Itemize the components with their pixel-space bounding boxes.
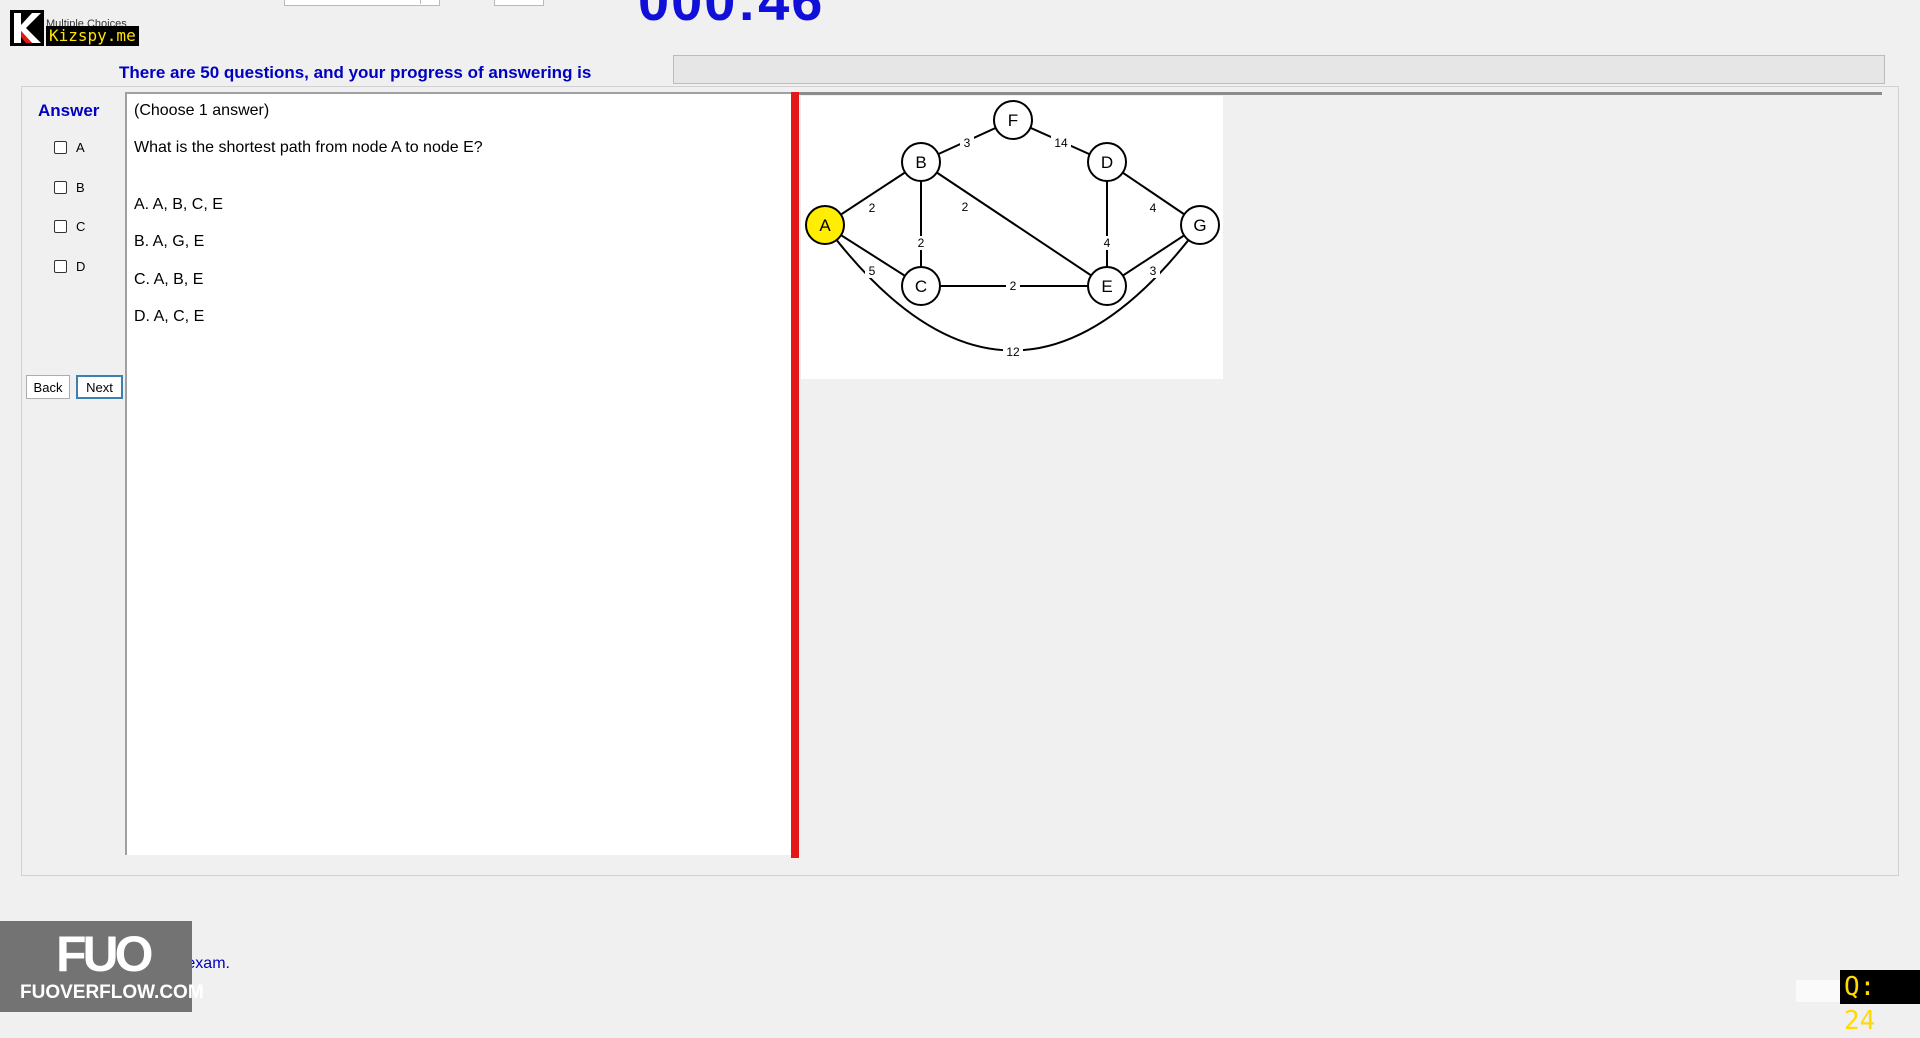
panel-splitter[interactable] bbox=[791, 92, 799, 858]
progress-label: There are 50 questions, and your progres… bbox=[119, 63, 592, 82]
answer-option-d[interactable]: D bbox=[54, 256, 85, 276]
answer-option-a[interactable]: A bbox=[54, 137, 85, 157]
countdown-timer: 000:46 bbox=[638, 0, 825, 32]
back-button[interactable]: Back bbox=[26, 375, 70, 399]
choice-c: C. A, B, E bbox=[134, 271, 204, 288]
node-d-label: D bbox=[1101, 153, 1113, 172]
top-combobox[interactable] bbox=[284, 0, 440, 6]
graph-image: 2 5 2 3 2 14 4 4 2 3 12 A B C D E F G bbox=[801, 96, 1223, 379]
answer-option-a-label: A bbox=[76, 139, 85, 155]
question-instruction: (Choose 1 answer) bbox=[134, 102, 270, 119]
checkbox-a[interactable] bbox=[54, 140, 67, 154]
fuo-logo-icon: FUO bbox=[56, 926, 154, 982]
answer-title: Answer bbox=[38, 101, 100, 120]
top-small-box[interactable] bbox=[494, 0, 544, 6]
node-e-label: E bbox=[1101, 277, 1112, 296]
weight-d-g: 4 bbox=[1150, 201, 1157, 215]
node-a-label: A bbox=[819, 216, 831, 235]
question-text: What is the shortest path from node A to… bbox=[134, 139, 483, 156]
question-number-badge: Q: 24 bbox=[1840, 970, 1920, 1036]
edge-b-e bbox=[920, 161, 1108, 287]
node-f-label: F bbox=[1008, 111, 1018, 130]
checkbox-b[interactable] bbox=[54, 180, 67, 194]
answer-option-d-label: D bbox=[76, 258, 86, 274]
weight-e-g: 3 bbox=[1150, 264, 1157, 278]
weight-a-b: 2 bbox=[869, 201, 876, 215]
weight-d-e: 4 bbox=[1104, 236, 1111, 250]
next-button[interactable]: Next bbox=[76, 375, 123, 399]
progress-bar bbox=[673, 55, 1885, 84]
answer-option-c-label: C bbox=[76, 218, 86, 234]
weight-c-e: 2 bbox=[1010, 279, 1017, 293]
graph-diagram: 2 5 2 3 2 14 4 4 2 3 12 A B C D E F G bbox=[805, 100, 1220, 359]
weight-f-d: 14 bbox=[1054, 136, 1068, 150]
choice-b: B. A, G, E bbox=[134, 233, 205, 250]
answer-option-b-label: B bbox=[76, 179, 85, 195]
checkbox-c[interactable] bbox=[54, 219, 67, 233]
question-panel[interactable] bbox=[125, 92, 793, 855]
weight-b-c: 2 bbox=[918, 236, 925, 250]
node-b-label: B bbox=[915, 153, 926, 172]
kizspy-logo-icon bbox=[10, 10, 44, 46]
answer-option-c[interactable]: C bbox=[54, 216, 85, 236]
ghost-box bbox=[1796, 980, 1844, 1002]
kizspy-watermark: Kizspy.me bbox=[46, 26, 139, 46]
node-c-label: C bbox=[915, 277, 927, 296]
weight-b-e: 2 bbox=[962, 200, 969, 214]
choice-a: A. A, B, C, E bbox=[134, 196, 223, 213]
weight-a-g: 12 bbox=[1006, 345, 1020, 359]
choice-d: D. A, C, E bbox=[134, 308, 205, 325]
weight-b-f: 3 bbox=[964, 136, 971, 150]
combobox-dropdown-button[interactable] bbox=[420, 0, 439, 4]
checkbox-d[interactable] bbox=[54, 259, 67, 273]
answer-option-b[interactable]: B bbox=[54, 177, 85, 197]
fuoverflow-text: FUOVERFLOW.COM bbox=[20, 982, 204, 1003]
weight-a-c: 5 bbox=[869, 264, 876, 278]
node-g-label: G bbox=[1193, 216, 1206, 235]
